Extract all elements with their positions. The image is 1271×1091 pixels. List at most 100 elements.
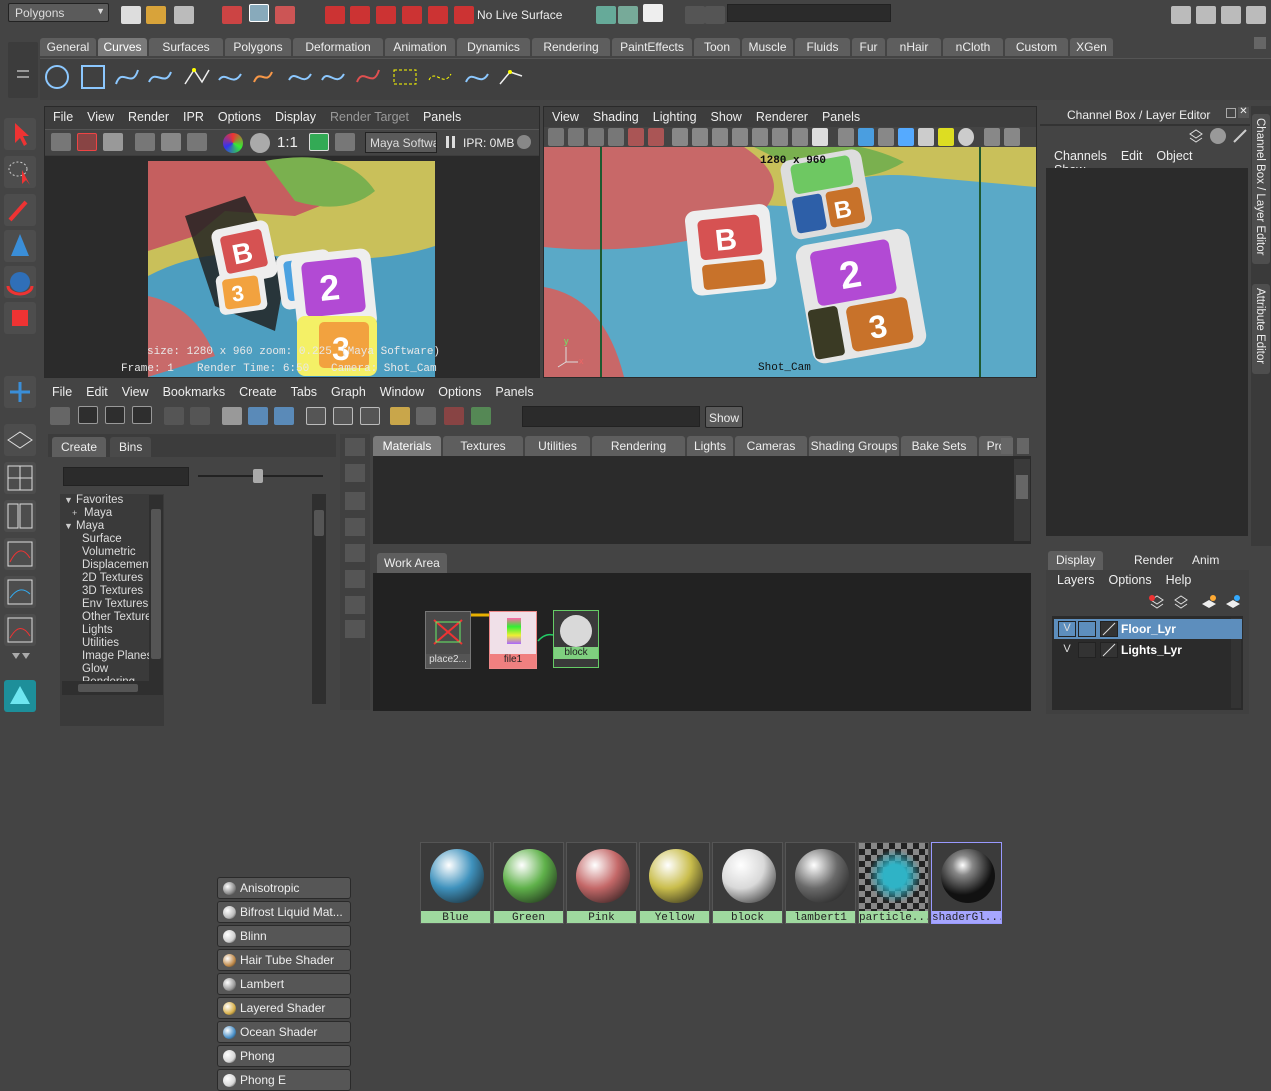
collapse-icon[interactable]: ▼ bbox=[64, 495, 76, 505]
four-view-layout-icon[interactable] bbox=[4, 462, 36, 494]
tab-display[interactable]: Display bbox=[1048, 551, 1104, 570]
tab-fluids[interactable]: Fluids bbox=[795, 38, 850, 56]
clear-graph-icon[interactable] bbox=[222, 407, 242, 425]
bookmarks-icon[interactable] bbox=[588, 128, 604, 146]
tab-anim[interactable]: Anim bbox=[1184, 551, 1227, 570]
tab-lights[interactable]: Lights bbox=[687, 436, 733, 456]
node-button-ocean-shader[interactable]: Ocean Shader bbox=[217, 1021, 351, 1043]
snapshot-icon[interactable] bbox=[103, 133, 123, 151]
material-swatch-particle[interactable]: particle... bbox=[858, 842, 929, 924]
node-button-phong[interactable]: Phong bbox=[217, 1045, 351, 1067]
add-points-tool-icon[interactable] bbox=[462, 62, 492, 92]
tab-dynamics[interactable]: Dynamics bbox=[457, 38, 530, 56]
side-tool-6-icon[interactable] bbox=[345, 570, 365, 588]
safe-action-icon[interactable] bbox=[772, 128, 788, 146]
tab-nhair[interactable]: nHair bbox=[887, 38, 941, 56]
node-button-phong-e[interactable]: Phong E bbox=[217, 1069, 351, 1091]
new-layer-selected-icon[interactable] bbox=[1224, 594, 1242, 610]
move-layer-up-icon[interactable] bbox=[1148, 594, 1166, 610]
rearrange-graph-icon[interactable] bbox=[248, 407, 268, 425]
open-scene-icon[interactable] bbox=[146, 6, 166, 24]
hypershade-menu-view[interactable]: View bbox=[122, 385, 149, 399]
tab-general[interactable]: General bbox=[40, 38, 96, 56]
render-view-menu-panels[interactable]: Panels bbox=[423, 110, 461, 124]
refresh-ipr-icon[interactable] bbox=[161, 133, 181, 151]
swatch-size-icon[interactable] bbox=[416, 407, 436, 425]
nodes-scroll-thumb[interactable] bbox=[314, 510, 324, 536]
single-view-layout-icon[interactable] bbox=[4, 424, 36, 456]
modeling-toolkit-icon[interactable] bbox=[1246, 6, 1266, 24]
save-scene-icon[interactable] bbox=[174, 6, 194, 24]
select-tool-icon[interactable] bbox=[4, 118, 36, 150]
side-tool-7-icon[interactable] bbox=[345, 596, 365, 614]
graph-editor-layout-icon[interactable] bbox=[4, 614, 36, 646]
pencil-curve-tool-icon[interactable] bbox=[215, 62, 245, 92]
tab-materials[interactable]: Materials bbox=[373, 436, 441, 456]
redo-previous-render-icon[interactable] bbox=[51, 133, 71, 151]
layer-color-swatch[interactable] bbox=[1100, 642, 1118, 658]
ipr-icon[interactable] bbox=[135, 133, 155, 151]
tab-bins[interactable]: Bins bbox=[110, 437, 152, 457]
curve-editing-tool-icon[interactable] bbox=[496, 62, 526, 92]
render-view-menu-render[interactable]: Render bbox=[128, 110, 169, 124]
swatch-scrollbar[interactable] bbox=[1014, 459, 1030, 541]
offset-curve-icon[interactable] bbox=[390, 62, 420, 92]
detach-curves-icon[interactable] bbox=[285, 62, 315, 92]
smooth-shade-icon[interactable] bbox=[858, 128, 874, 146]
grid-icon[interactable] bbox=[672, 128, 688, 146]
refresh-swatches-icon[interactable] bbox=[471, 407, 491, 425]
input-output-icon[interactable] bbox=[596, 6, 616, 24]
tool-settings-toggle-icon[interactable] bbox=[1196, 6, 1216, 24]
tab-toon[interactable]: Toon bbox=[694, 38, 740, 56]
move-layer-down-icon[interactable] bbox=[1172, 594, 1190, 610]
motion-blur-icon[interactable] bbox=[1004, 128, 1020, 146]
tab-shading-groups[interactable]: Shading Groups bbox=[809, 436, 899, 456]
node-button-anisotropic[interactable]: Anisotropic bbox=[217, 877, 351, 899]
textured-icon[interactable] bbox=[918, 128, 934, 146]
viewport-menu-lighting[interactable]: Lighting bbox=[653, 110, 697, 124]
hypershade-search-input[interactable] bbox=[522, 406, 700, 427]
color-channels-icon[interactable] bbox=[223, 133, 243, 153]
keep-image-icon[interactable] bbox=[309, 133, 329, 151]
render-region-icon[interactable] bbox=[77, 133, 97, 151]
layer-row-lights-lyr[interactable]: V Lights_Lyr bbox=[1054, 640, 1242, 660]
side-tool-8-icon[interactable] bbox=[345, 620, 365, 638]
shelf-menu-button[interactable] bbox=[8, 42, 38, 98]
cv-curve-tool-icon[interactable] bbox=[112, 62, 142, 92]
side-tool-3-icon[interactable] bbox=[345, 492, 365, 510]
hypershade-menu-panels[interactable]: Panels bbox=[495, 385, 533, 399]
material-swatch-blue[interactable]: Blue bbox=[420, 842, 491, 924]
node-button-layered-shader[interactable]: Layered Shader bbox=[217, 997, 351, 1019]
material-swatch-block[interactable]: block bbox=[712, 842, 783, 924]
viewport-canvas[interactable]: B B 2 3 y x 1280 x 960 Shot_Cam bbox=[544, 147, 1036, 377]
shelf-settings-icon[interactable] bbox=[1254, 37, 1266, 49]
use-all-lights-icon[interactable] bbox=[938, 128, 954, 146]
graph-node-file1[interactable]: file1 bbox=[489, 611, 537, 669]
snap-view-plane-icon[interactable] bbox=[402, 6, 422, 24]
viewport-menu-panels[interactable]: Panels bbox=[822, 110, 860, 124]
hypershade-menu-create[interactable]: Create bbox=[239, 385, 277, 399]
slider-handle[interactable] bbox=[253, 469, 263, 483]
tab-xgen[interactable]: XGen bbox=[1070, 38, 1113, 56]
render-view-canvas[interactable]: B A 2 3 3 size: 1280 x 9 bbox=[45, 156, 539, 377]
grease-pencil-icon[interactable] bbox=[648, 128, 664, 146]
graph-materials-icon[interactable] bbox=[164, 407, 184, 425]
render-swatch-icon[interactable] bbox=[444, 407, 464, 425]
alpha-channel-icon[interactable] bbox=[250, 133, 270, 153]
tab-fur[interactable]: Fur bbox=[852, 38, 885, 56]
show-both-tabs-icon[interactable] bbox=[132, 406, 152, 424]
extend-curve-icon[interactable] bbox=[353, 62, 383, 92]
tree-hscrollbar[interactable] bbox=[62, 681, 162, 695]
hypershade-sort-icon[interactable] bbox=[390, 407, 410, 425]
toggle-create-bar-icon[interactable] bbox=[50, 407, 70, 425]
select-object-icon[interactable] bbox=[249, 4, 269, 22]
new-scene-icon[interactable] bbox=[121, 6, 141, 24]
paint-select-tool-icon[interactable] bbox=[4, 194, 36, 226]
viewport-menu-shading[interactable]: Shading bbox=[593, 110, 639, 124]
viewport-menu-view[interactable]: View bbox=[552, 110, 579, 124]
lasso-tool-icon[interactable] bbox=[4, 156, 36, 188]
command-search-input[interactable] bbox=[727, 4, 891, 22]
hypershade-menu-window[interactable]: Window bbox=[380, 385, 424, 399]
node-button-hair-tube-shader[interactable]: Hair Tube Shader bbox=[217, 949, 351, 971]
new-empty-layer-icon[interactable] bbox=[1200, 594, 1218, 610]
